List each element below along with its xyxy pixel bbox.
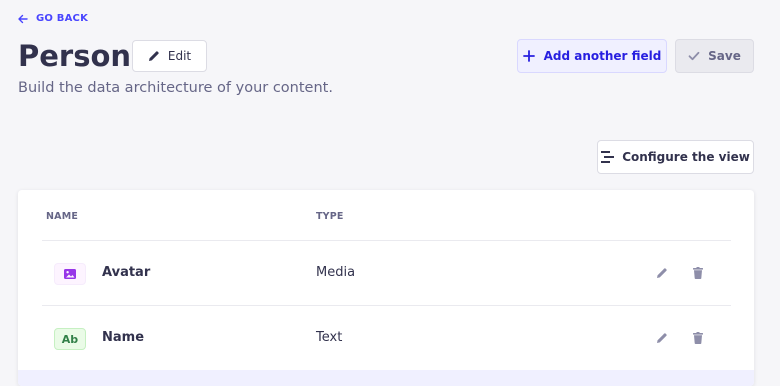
configure-the-view-label: Configure the view xyxy=(622,150,750,164)
edit-button-label: Edit xyxy=(167,49,192,63)
table-row[interactable]: Ab Name Text xyxy=(42,306,731,370)
configure-the-view-button[interactable]: Configure the view xyxy=(597,140,754,174)
table-footer[interactable] xyxy=(18,370,754,386)
layout-list-icon xyxy=(601,151,615,163)
field-type: Text xyxy=(316,330,343,345)
fields-table: NAME TYPE Avatar Media Ab Name Text xyxy=(18,190,754,386)
page-title: Person xyxy=(18,39,132,73)
check-icon xyxy=(688,51,700,61)
delete-field-button[interactable] xyxy=(690,265,706,281)
text-type-badge: Ab xyxy=(61,332,79,346)
image-icon xyxy=(54,263,86,285)
save-button-label: Save xyxy=(708,49,741,63)
go-back-label: GO BACK xyxy=(36,13,89,24)
edit-button[interactable]: Edit xyxy=(132,40,207,72)
save-button[interactable]: Save xyxy=(675,39,754,73)
text-ab-icon: Ab xyxy=(54,328,86,350)
pencil-icon xyxy=(657,268,667,278)
edit-field-button[interactable] xyxy=(654,330,670,346)
page-subtitle: Build the data architecture of your cont… xyxy=(18,80,333,96)
go-back-link[interactable]: GO BACK xyxy=(18,13,88,24)
add-another-field-button[interactable]: Add another field xyxy=(517,39,667,73)
field-name: Avatar xyxy=(102,265,151,280)
pencil-icon xyxy=(148,51,159,61)
column-header-type: TYPE xyxy=(316,211,344,222)
pencil-icon xyxy=(657,333,667,343)
field-name: Name xyxy=(102,330,145,345)
add-another-field-label: Add another field xyxy=(543,49,662,63)
edit-field-button[interactable] xyxy=(654,265,670,281)
table-row[interactable]: Avatar Media xyxy=(42,241,731,305)
plus-icon xyxy=(522,50,535,62)
delete-field-button[interactable] xyxy=(690,330,706,346)
trash-icon xyxy=(693,267,703,279)
trash-icon xyxy=(693,332,703,344)
column-header-name: NAME xyxy=(46,211,79,222)
arrow-left-icon xyxy=(18,14,28,23)
field-type: Media xyxy=(316,265,356,280)
